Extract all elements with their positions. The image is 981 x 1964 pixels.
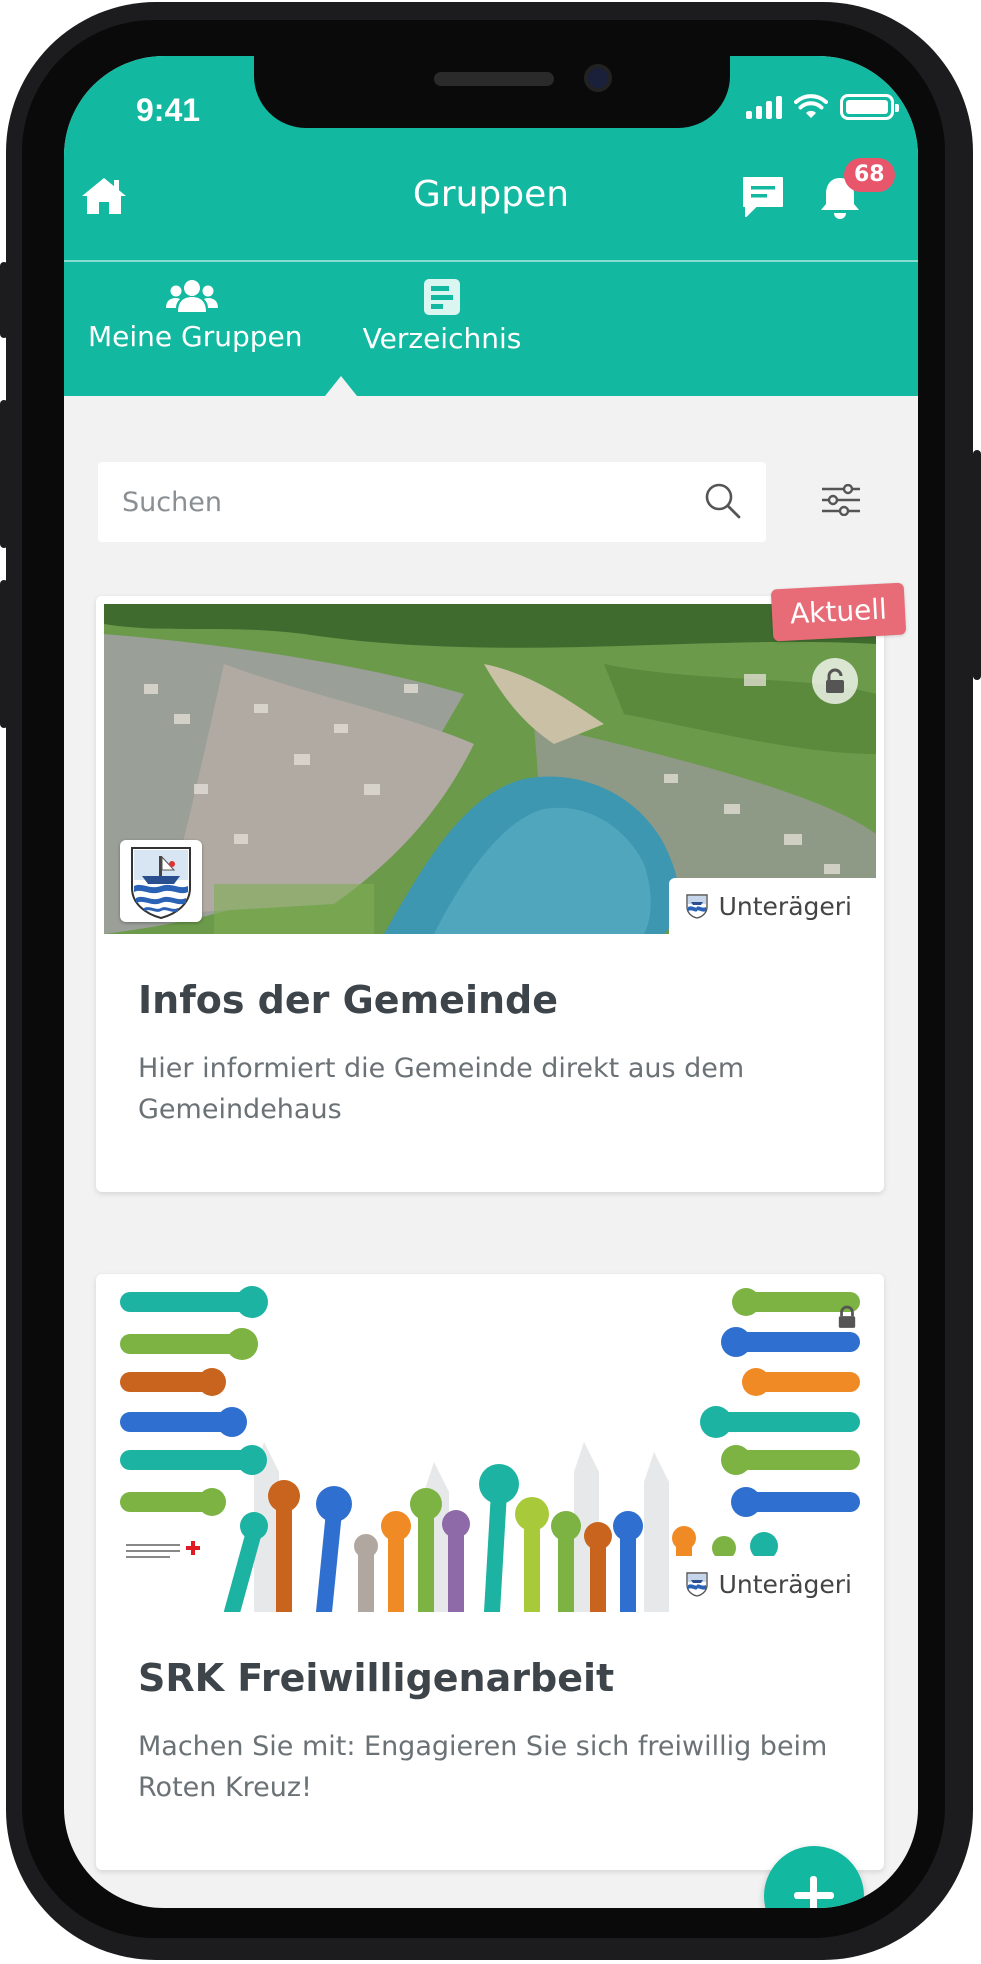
group-title: Infos der Gemeinde xyxy=(138,978,559,1022)
tab-label-meine-gruppen: Meine Gruppen xyxy=(88,320,303,353)
header-divider xyxy=(64,260,918,262)
location-tag: Unterägeri xyxy=(668,1556,876,1612)
srk-logo xyxy=(126,1541,200,1558)
location-crest-icon xyxy=(685,1572,708,1597)
chat-icon[interactable] xyxy=(740,174,786,220)
wifi-icon xyxy=(794,94,828,118)
group-title: SRK Freiwilligenarbeit xyxy=(138,1656,615,1700)
notification-count-badge: 68 xyxy=(844,158,895,192)
page-title: Gruppen xyxy=(412,174,570,215)
group-description: Machen Sie mit: Engagieren Sie sich frei… xyxy=(138,1731,828,1803)
users-icon xyxy=(166,280,218,312)
volume-down-button xyxy=(0,580,8,728)
search-icon[interactable] xyxy=(704,482,742,520)
location-label: Unterägeri xyxy=(718,891,852,921)
location-crest-icon xyxy=(685,894,708,919)
battery-icon xyxy=(840,94,899,120)
group-card[interactable]: Unterägeri SRK Freiwilligenarbeit Machen… xyxy=(96,1274,884,1870)
tab-verzeichnis[interactable]: Verzeichnis xyxy=(344,278,540,355)
tab-label-verzeichnis: Verzeichnis xyxy=(362,322,522,355)
aktuell-badge: Aktuell xyxy=(770,582,907,642)
location-tag: Unterägeri xyxy=(668,878,876,934)
directory-icon xyxy=(424,279,460,315)
group-cover-image: Unterägeri xyxy=(104,1282,876,1612)
lock-icon xyxy=(830,1300,864,1334)
search-bar xyxy=(98,462,766,542)
power-button xyxy=(973,450,981,680)
status-icons xyxy=(746,94,899,120)
device-notch xyxy=(254,56,730,128)
front-camera xyxy=(584,64,612,92)
cellular-signal-icon xyxy=(746,95,782,119)
app-screen: 9:41 Gruppen 68 Meine Gruppen Verzeichni… xyxy=(64,56,918,1908)
group-cover-image: Unterägeri xyxy=(104,604,876,934)
speaker-grille xyxy=(434,72,554,86)
tab-meine-gruppen[interactable]: Meine Gruppen xyxy=(88,278,303,353)
group-card[interactable]: Unterägeri Aktuell Infos der Gemeinde Hi… xyxy=(96,582,907,1192)
lock-icon xyxy=(812,658,858,704)
silent-switch xyxy=(0,262,8,338)
search-input[interactable] xyxy=(122,462,682,542)
volume-up-button xyxy=(0,400,8,548)
municipality-crest-logo xyxy=(120,840,202,922)
group-description: Hier informiert die Gemeinde direkt aus … xyxy=(138,1053,745,1125)
active-tab-indicator xyxy=(325,376,357,396)
status-time: 9:41 xyxy=(136,92,201,128)
app-header: 9:41 Gruppen 68 Meine Gruppen Verzeichni… xyxy=(64,56,918,396)
left-hands xyxy=(120,1292,254,1512)
location-label: Unterägeri xyxy=(718,1569,852,1599)
filter-icon[interactable] xyxy=(820,484,862,516)
